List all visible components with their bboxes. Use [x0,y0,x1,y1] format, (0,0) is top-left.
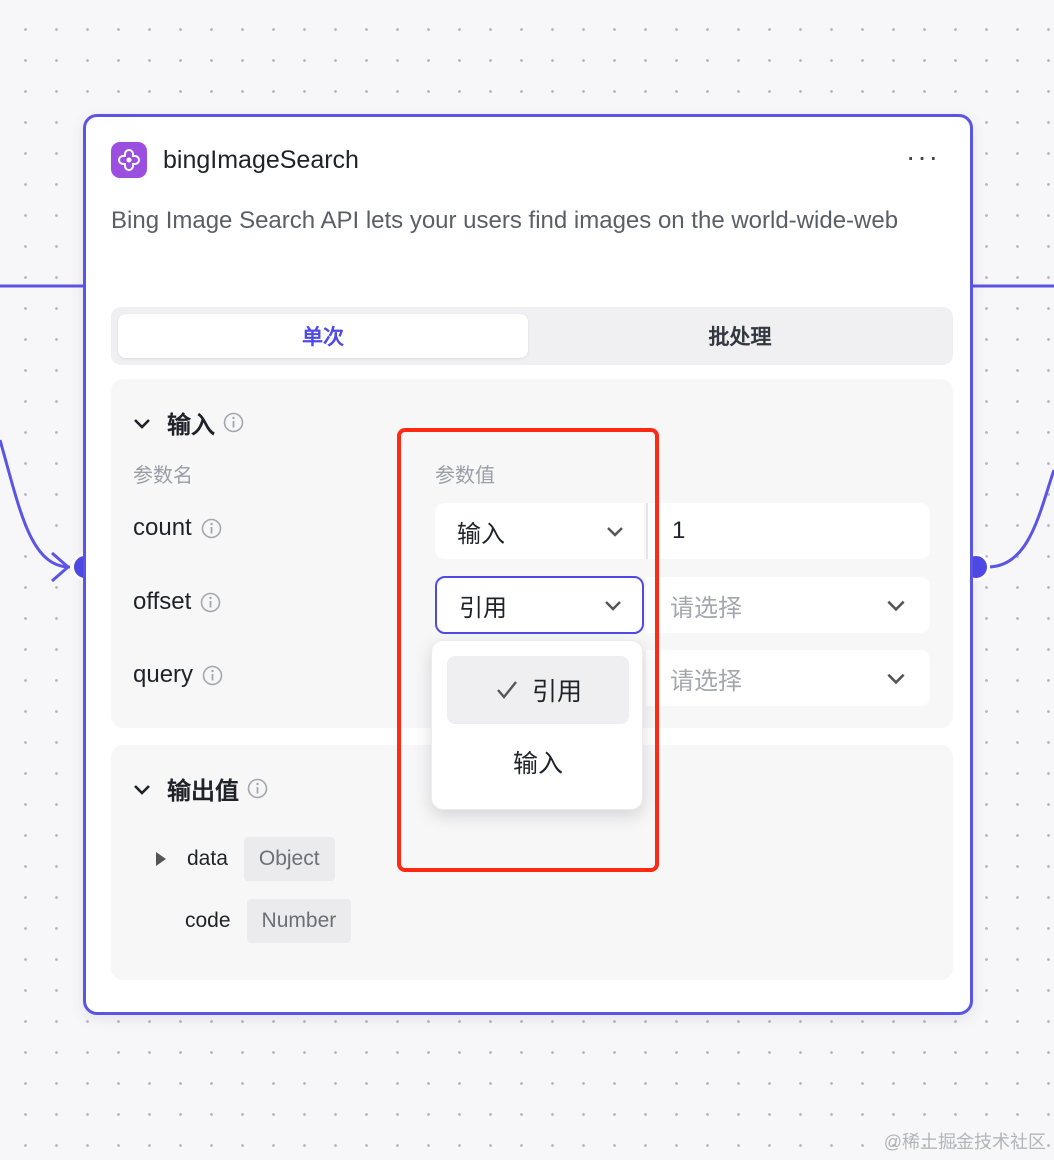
output-field-code: code Number [185,899,352,943]
count-value-input[interactable]: 1 [646,503,930,559]
tab-single[interactable]: 单次 [118,314,528,358]
query-placeholder: 请选择 [670,667,742,695]
output-type-tag: Number [246,899,352,943]
output-section-title: 输出值 [167,778,239,805]
param-name-column-label: 参数名 [133,465,193,487]
offset-reference-select[interactable]: 请选择 [646,577,930,633]
tab-batch[interactable]: 批处理 [535,314,945,358]
chevron-down-icon [887,600,905,612]
param-name: offset [133,588,192,615]
annotation-highlight-box [397,428,659,872]
caret-right-icon[interactable] [153,850,169,868]
param-offset: offset [133,588,221,616]
info-icon[interactable] [247,778,268,799]
node-title: bingImageSearch [163,146,359,174]
info-icon[interactable] [202,665,223,686]
count-value: 1 [672,517,686,544]
more-options-icon[interactable]: ··· [906,141,940,173]
offset-placeholder: 请选择 [670,594,742,622]
input-section-title: 输入 [167,412,215,439]
chevron-down-icon[interactable] [131,412,153,434]
info-icon[interactable] [201,518,222,539]
watermark: @稀土掘金技术社区 [883,1132,1046,1152]
plugin-app-icon [111,142,147,178]
input-section-header[interactable]: 输入 [131,405,244,440]
node-description: Bing Image Search API lets your users fi… [111,207,899,234]
info-icon[interactable] [200,592,221,613]
param-count: count [133,514,222,542]
query-reference-select[interactable]: 请选择 [646,650,930,706]
plugin-glyph-icon [118,148,140,171]
param-name: count [133,514,192,541]
chevron-down-icon[interactable] [131,778,153,800]
info-icon[interactable] [223,412,244,433]
output-field-data: data Object [153,837,335,881]
chevron-down-icon [887,673,905,685]
output-section-header[interactable]: 输出值 [131,771,268,806]
param-name: query [133,661,194,688]
output-type-tag: Object [243,837,335,881]
run-mode-tabs: 单次 批处理 [111,307,953,365]
output-field-name: code [185,909,231,932]
param-query: query [133,661,223,689]
output-field-name: data [187,847,228,870]
